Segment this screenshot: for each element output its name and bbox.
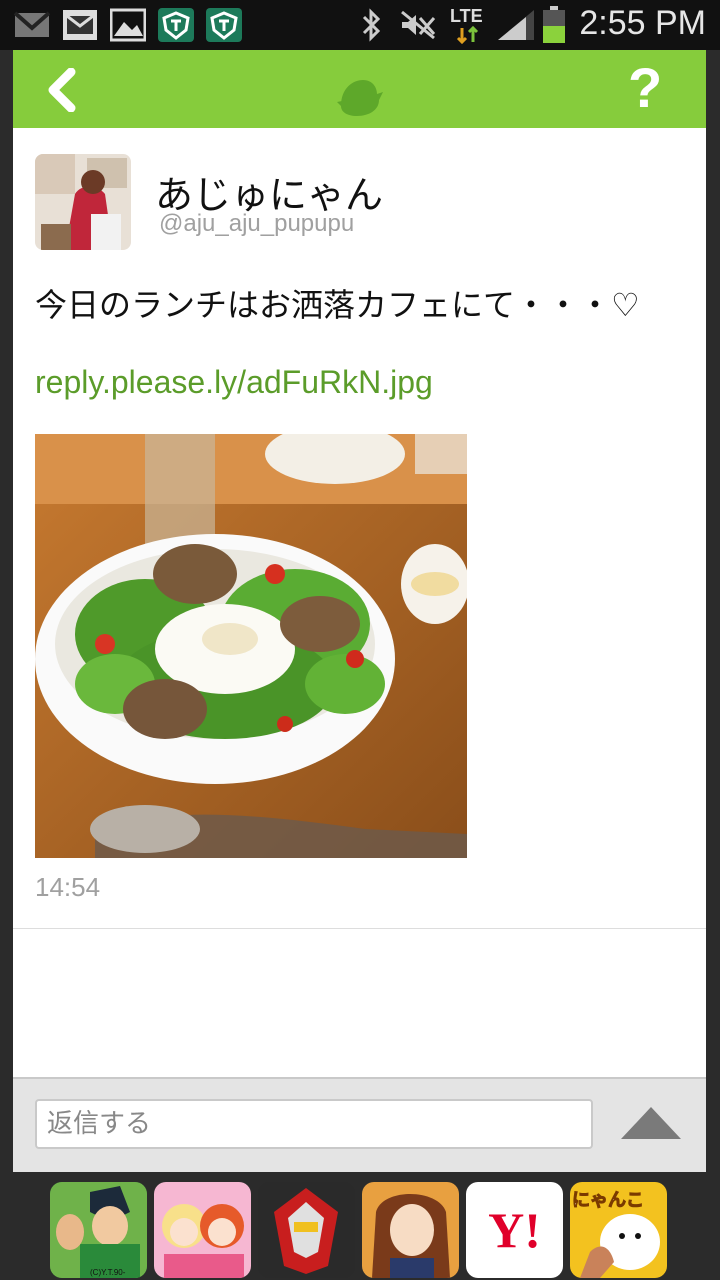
signal-icon — [498, 10, 534, 40]
ad-strip: (C)Y.T.90-94/P.S Y! — [0, 1172, 720, 1280]
chevron-left-icon[interactable] — [43, 68, 83, 112]
message-icon — [63, 10, 97, 40]
ad-app-yahoo[interactable]: Y! — [466, 1182, 563, 1278]
tweet-link[interactable]: reply.please.ly/adFuRkN.jpg — [35, 364, 433, 401]
status-bar: LTE 2:55 PM — [0, 0, 720, 50]
clock: 2:55 PM — [579, 4, 706, 42]
triangle-up-icon[interactable] — [619, 1105, 683, 1141]
ad-app-1-image — [50, 1182, 147, 1278]
reply-input[interactable] — [35, 1099, 593, 1149]
ad-app-4-image — [362, 1182, 459, 1278]
ad-app-4[interactable] — [362, 1182, 459, 1278]
bluetooth-icon — [362, 8, 381, 42]
user-handle[interactable]: @aju_aju_pupupu — [159, 210, 354, 238]
tweet-photo[interactable] — [35, 434, 467, 858]
ad-app-2[interactable] — [154, 1182, 251, 1278]
yahoo-logo: Y! — [488, 1202, 541, 1258]
ad-app-2-image — [154, 1182, 251, 1278]
avatar[interactable] — [35, 154, 131, 250]
gallery-icon — [110, 8, 146, 42]
shield-app-icon — [158, 8, 194, 42]
tweet-text: 今日のランチはお洒落カフェにて・・・♡ — [35, 286, 640, 324]
ad-app-1-copyright: (C)Y.T.90-94/P.S — [90, 1268, 126, 1278]
help-button[interactable]: ? — [628, 58, 662, 118]
ad-app-nyanko-title: にゃんこ — [572, 1190, 645, 1211]
shield-app-icon — [206, 8, 242, 42]
top-bar: ? — [13, 50, 706, 128]
mute-icon — [401, 10, 436, 40]
bird-icon — [337, 80, 383, 116]
reply-bar — [13, 1077, 706, 1174]
network-type: LTE — [450, 6, 483, 26]
data-arrows-icon — [456, 26, 479, 44]
ad-app-nyanko[interactable]: にゃんこ — [570, 1182, 667, 1278]
divider — [13, 928, 706, 929]
ad-app-3[interactable] — [258, 1182, 355, 1278]
app-window: ? あじゅにゃん @aju_aju_pupupu 今日のランチはお洒落カフェにて… — [13, 50, 706, 1174]
ad-app-3-image — [258, 1182, 355, 1278]
avatar-image — [35, 154, 131, 250]
tweet-timestamp: 14:54 — [35, 872, 101, 902]
food-photo-image — [35, 434, 467, 858]
battery-icon — [543, 6, 565, 43]
gmail-icon — [14, 11, 50, 37]
ad-app-1[interactable]: (C)Y.T.90-94/P.S — [50, 1182, 147, 1278]
